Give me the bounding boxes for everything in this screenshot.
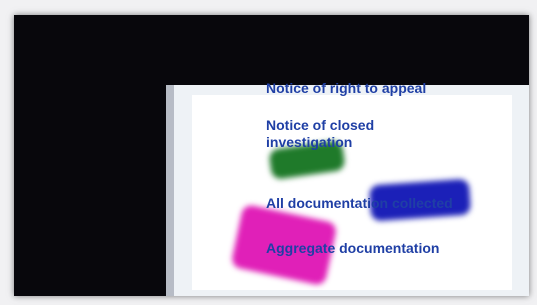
step-notice-of-right-to-appeal: Notice of right to appeal [266, 80, 427, 96]
step-notice-of-closed-investigation: Notice of closed investigation [266, 117, 375, 150]
step-all-documentation-collected: All documentation collected [266, 195, 453, 211]
step-aggregate-documentation: Aggregate documentation [266, 240, 440, 256]
process-steps: Notice of right to appeal Notice of clos… [266, 0, 536, 305]
